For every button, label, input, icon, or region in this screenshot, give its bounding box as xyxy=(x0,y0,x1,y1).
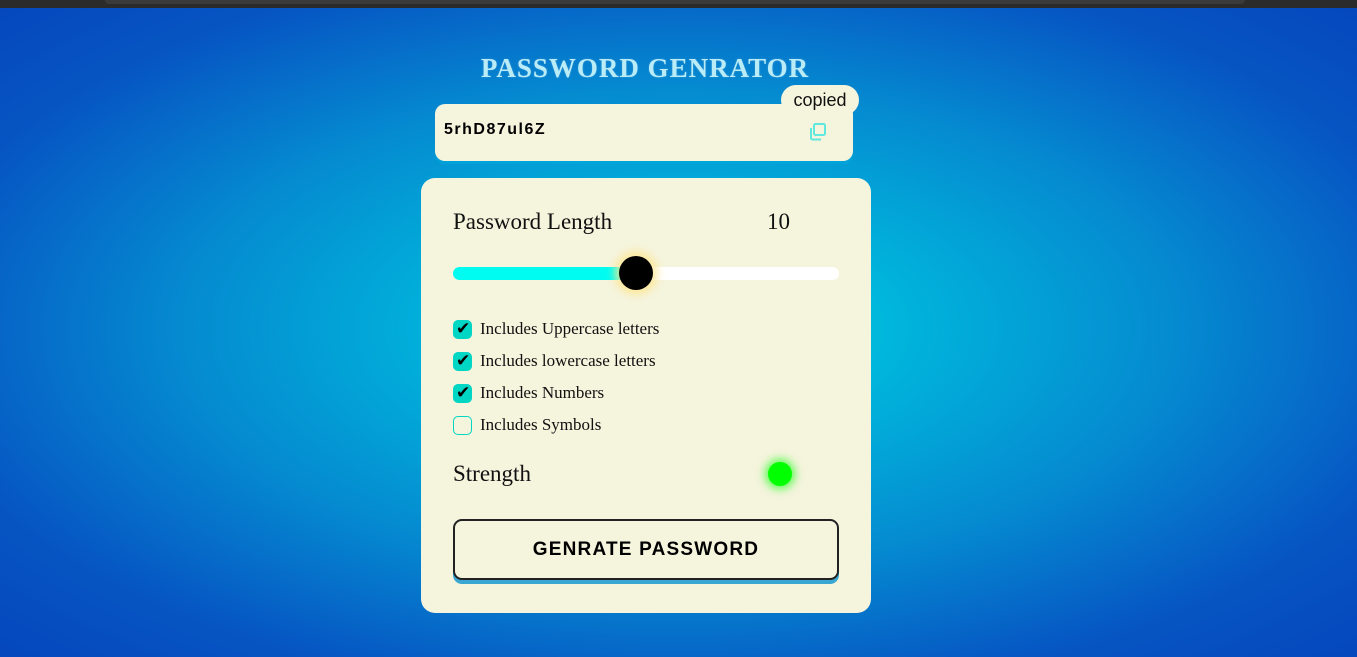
length-slider-thumb[interactable] xyxy=(618,256,653,290)
page-title: PASSWORD GENRATOR xyxy=(480,53,810,83)
numbers-checkbox[interactable]: ✔ xyxy=(453,382,472,403)
copy-button[interactable] xyxy=(804,118,832,146)
strength-indicator xyxy=(768,462,792,486)
length-slider[interactable] xyxy=(453,256,839,290)
lowercase-checkbox[interactable]: ✔ xyxy=(453,350,472,371)
password-output: 5rhD87ul6Z xyxy=(444,121,547,138)
option-numbers-label: Includes Numbers xyxy=(480,383,605,402)
length-slider-fill xyxy=(453,267,636,280)
option-uppercase-label: Includes Uppercase letters xyxy=(480,319,660,338)
copied-tooltip: copied xyxy=(781,85,859,115)
strength-label: Strength xyxy=(453,461,531,486)
check-icon: ✔ xyxy=(456,318,471,339)
browser-top-strip xyxy=(0,0,1357,8)
generate-password-button[interactable]: GENRATE PASSWORD xyxy=(453,519,839,580)
option-numbers[interactable]: ✔ Includes Numbers xyxy=(453,377,659,409)
uppercase-checkbox[interactable]: ✔ xyxy=(453,318,472,339)
password-length-label: Password Length xyxy=(453,209,613,234)
password-length-value: 10 xyxy=(767,209,790,234)
settings-panel: Password Length 10 ✔ Includes Uppercase … xyxy=(421,178,871,613)
option-symbols[interactable]: Includes Symbols xyxy=(453,409,659,441)
symbols-checkbox[interactable] xyxy=(453,415,472,435)
option-lowercase-label: Includes lowercase letters xyxy=(480,351,656,370)
copy-icon xyxy=(810,123,826,141)
option-uppercase[interactable]: ✔ Includes Uppercase letters xyxy=(453,313,659,345)
check-icon: ✔ xyxy=(456,382,471,403)
option-lowercase[interactable]: ✔ Includes lowercase letters xyxy=(453,345,659,377)
options-list: ✔ Includes Uppercase letters ✔ Includes … xyxy=(453,313,659,441)
check-icon: ✔ xyxy=(456,350,471,371)
browser-top-bar xyxy=(105,0,1245,4)
option-symbols-label: Includes Symbols xyxy=(480,415,602,434)
